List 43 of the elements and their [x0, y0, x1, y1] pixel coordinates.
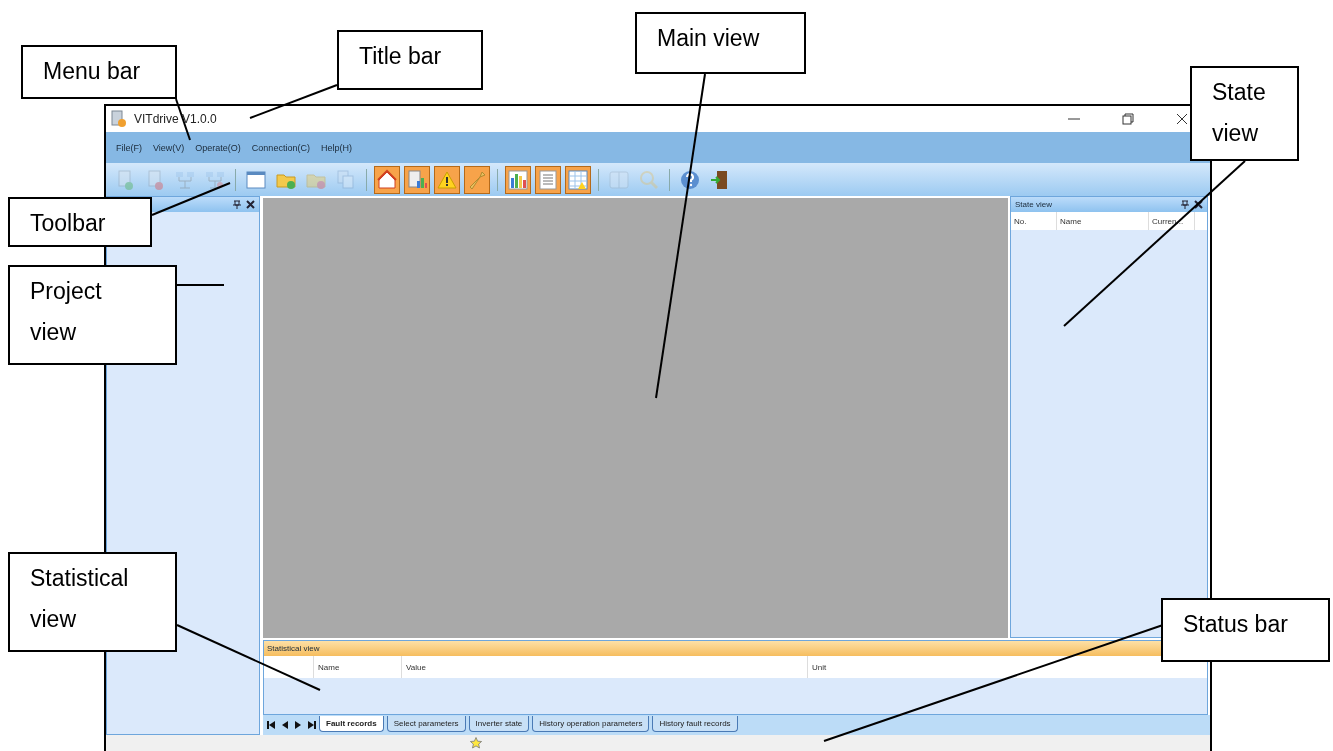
last-page-icon[interactable]: [308, 721, 316, 729]
tab[interactable]: History fault records: [652, 716, 738, 732]
close-icon[interactable]: [1176, 113, 1188, 125]
column-header[interactable]: Value: [402, 656, 808, 678]
column-header[interactable]: Name: [314, 656, 402, 678]
menu-item[interactable]: Connection(C): [251, 142, 310, 153]
panel-title: State view: [1015, 200, 1052, 209]
callout-label: Main view: [635, 12, 806, 74]
star-icon: [470, 737, 482, 749]
tab[interactable]: History operation parameters: [532, 716, 650, 732]
menu-item[interactable]: File(F): [116, 142, 142, 153]
menu-item[interactable]: Help(H): [320, 142, 352, 153]
tab[interactable]: Select parameters: [386, 716, 466, 732]
document-icon: [110, 110, 128, 128]
leader-line: [176, 284, 225, 286]
column-header[interactable]: Name: [1057, 212, 1149, 230]
column-header[interactable]: No.: [1011, 212, 1057, 230]
callout-label: State view: [1190, 66, 1299, 161]
bar-chart-icon[interactable]: [505, 165, 531, 194]
report-icon[interactable]: [404, 165, 430, 194]
close-icon[interactable]: [246, 200, 255, 209]
tab[interactable]: Fault records: [319, 716, 384, 732]
menu-item[interactable]: View(V): [153, 142, 185, 153]
callout-label: Status bar: [1161, 598, 1330, 662]
next-icon[interactable]: [295, 721, 301, 729]
warning-icon[interactable]: [434, 165, 460, 194]
house-icon[interactable]: [374, 165, 400, 194]
callout-label: Statistical view: [8, 552, 177, 652]
menu-item[interactable]: Operate(O): [195, 142, 241, 153]
list-icon[interactable]: [535, 165, 561, 194]
first-page-icon[interactable]: [267, 721, 275, 729]
pin-icon[interactable]: [233, 200, 241, 209]
panel-title: Statistical view: [267, 644, 320, 653]
previous-icon[interactable]: [282, 721, 288, 729]
restore-icon[interactable]: [1122, 113, 1134, 125]
callout-label: Menu bar: [21, 45, 177, 99]
tab[interactable]: Inverter state: [468, 716, 530, 732]
callout-label: Toolbar: [8, 197, 152, 247]
close-icon[interactable]: [1194, 200, 1203, 209]
callout-label: Project view: [8, 265, 177, 365]
table-icon[interactable]: [565, 165, 591, 194]
callout-label: Title bar: [337, 30, 483, 90]
pin-icon[interactable]: [1181, 200, 1189, 209]
